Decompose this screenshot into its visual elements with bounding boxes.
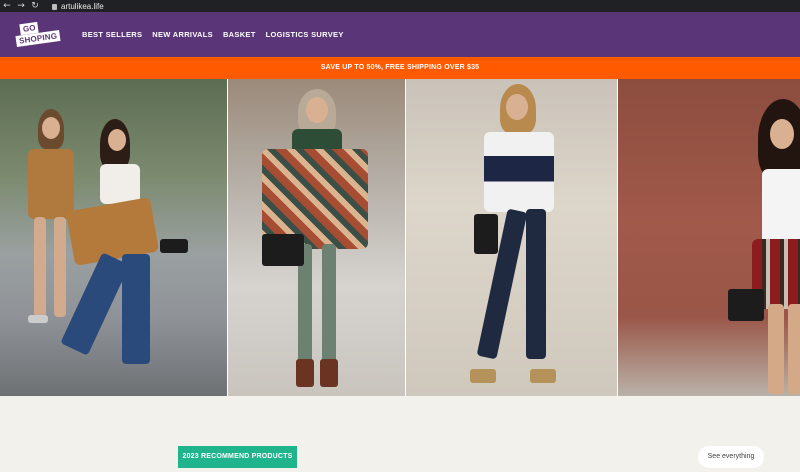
hero-image-3[interactable] (405, 79, 617, 396)
arrow-left-icon[interactable]: ← (0, 0, 14, 12)
arrow-right-icon[interactable]: → (14, 0, 28, 12)
recommend-section: 2023 RECOMMEND PRODUCTS See everything (0, 396, 800, 472)
browser-toolbar: ← → ↻ artulikea.life (0, 0, 800, 12)
nav-new-arrivals[interactable]: NEW ARRIVALS (152, 30, 213, 39)
lock-icon (52, 4, 57, 10)
hero-image-4[interactable] (617, 79, 800, 396)
hero-gallery (0, 79, 800, 396)
hero-image-1[interactable] (0, 79, 227, 396)
reload-icon[interactable]: ↻ (28, 0, 42, 12)
see-everything-button[interactable]: See everything (698, 446, 764, 468)
site-header: GO SHOPING BEST SELLERS NEW ARRIVALS BAS… (0, 12, 800, 57)
recommend-products-button[interactable]: 2023 RECOMMEND PRODUCTS (178, 446, 297, 468)
nav-logistics-survey[interactable]: LOGISTICS SURVEY (266, 30, 344, 39)
hero-image-2[interactable] (227, 79, 405, 396)
address-bar[interactable]: artulikea.life (61, 2, 104, 11)
nav-basket[interactable]: BASKET (223, 30, 256, 39)
main-nav: BEST SELLERS NEW ARRIVALS BASKET LOGISTI… (82, 12, 354, 57)
nav-best-sellers[interactable]: BEST SELLERS (82, 30, 142, 39)
promo-banner: SAVE UP TO 50%, FREE SHIPPING OVER $35 (0, 57, 800, 79)
site-logo[interactable]: GO SHOPING (15, 21, 61, 49)
